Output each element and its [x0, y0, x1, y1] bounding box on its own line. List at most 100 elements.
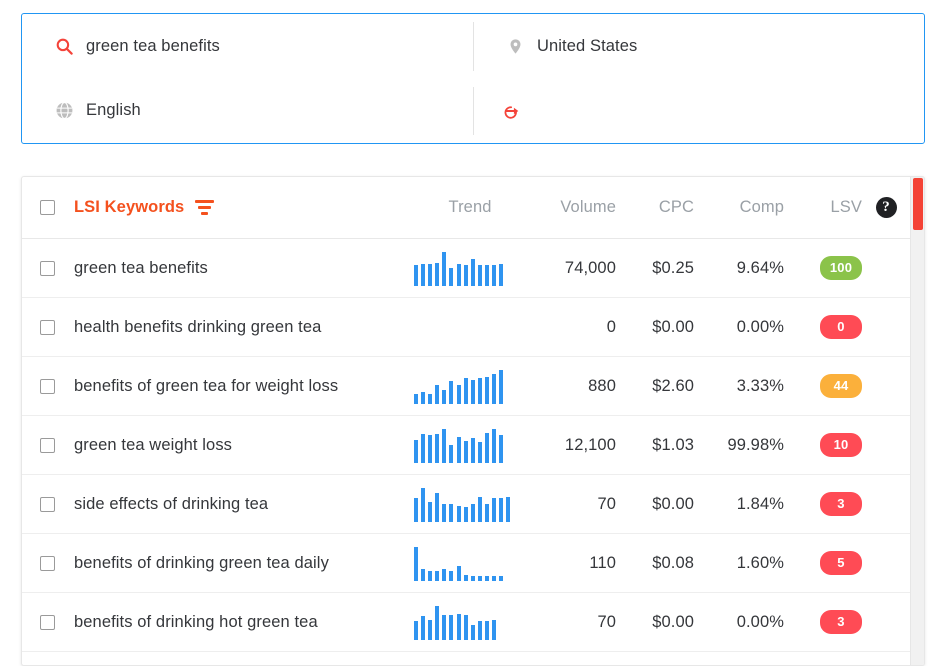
- row-select-cell: [22, 556, 73, 571]
- volume-cell-value: 70: [597, 495, 616, 513]
- column-header-comp[interactable]: Comp: [694, 198, 784, 217]
- cpc-cell-value: $0.00: [652, 318, 694, 336]
- search-parameters-panel: green tea benefits United States English: [21, 13, 925, 144]
- keyword-text: benefits of drinking green tea daily: [74, 554, 329, 572]
- column-header-cpc-label: CPC: [659, 198, 694, 216]
- comp-cell-value: 1.84%: [737, 495, 784, 513]
- column-header-comp-label: Comp: [740, 198, 784, 216]
- cpc-cell-value: $0.00: [652, 495, 694, 513]
- keyword-cell: benefits of drinking green tea daily: [73, 554, 412, 573]
- table-row[interactable]: benefits of drinking hot green tea 70$0.0…: [22, 593, 910, 652]
- column-header-lsv[interactable]: LSV: [784, 198, 862, 217]
- globe-icon: [53, 100, 75, 122]
- row-select-cell: [22, 438, 73, 453]
- lsv-cell: 44: [784, 374, 862, 398]
- lsv-badge: 3: [820, 492, 862, 516]
- row-checkbox[interactable]: [40, 379, 55, 394]
- column-header-keywords[interactable]: LSI Keywords: [73, 198, 412, 217]
- language-field[interactable]: English: [22, 79, 473, 144]
- cpc-cell: $0.00: [616, 318, 694, 337]
- comp-cell: 1.84%: [694, 495, 784, 514]
- trend-sparkline: [412, 486, 510, 522]
- keyword-cell: green tea weight loss: [73, 436, 412, 455]
- column-header-cpc[interactable]: CPC: [616, 198, 694, 217]
- column-header-volume-label: Volume: [560, 198, 616, 216]
- lsv-badge: 44: [820, 374, 862, 398]
- volume-cell-value: 110: [589, 554, 616, 572]
- search-icon: [53, 35, 75, 57]
- column-header-lsv-label: LSV: [831, 198, 863, 216]
- cpc-cell-value: $0.08: [652, 554, 694, 572]
- keyword-text: benefits of green tea for weight loss: [74, 377, 338, 395]
- comp-cell-value: 9.64%: [737, 259, 784, 277]
- row-select-cell: [22, 379, 73, 394]
- keyword-text: green tea benefits: [74, 259, 208, 277]
- cpc-cell-value: $2.60: [652, 377, 694, 395]
- comp-cell-value: 0.00%: [737, 613, 784, 631]
- cpc-cell: $1.03: [616, 436, 694, 455]
- volume-cell-value: 70: [597, 613, 616, 631]
- cpc-cell-value: $0.25: [652, 259, 694, 277]
- help-cell: ?: [862, 197, 910, 218]
- lsv-cell: 0: [784, 315, 862, 339]
- select-all-checkbox[interactable]: [40, 200, 55, 215]
- volume-cell: 70: [534, 613, 616, 632]
- table-row[interactable]: benefits of green tea for weight loss 880…: [22, 357, 910, 416]
- trend-cell: [412, 427, 534, 463]
- keyword-cell: benefits of green tea for weight loss: [73, 377, 412, 396]
- volume-cell: 74,000: [534, 259, 616, 278]
- trend-cell: [412, 545, 534, 581]
- volume-cell-value: 12,100: [565, 436, 616, 454]
- trend-sparkline: [412, 604, 496, 640]
- arrow-into-circle-icon[interactable]: [504, 100, 526, 122]
- column-header-volume[interactable]: Volume: [534, 198, 616, 217]
- keyword-cell: health benefits drinking green tea: [73, 318, 412, 337]
- table-row[interactable]: benefits of drinking green tea daily 110 $…: [22, 534, 910, 593]
- volume-cell: 110: [534, 554, 616, 573]
- vertical-scrollbar-track[interactable]: [910, 177, 924, 665]
- keyword-cell: benefits of drinking hot green tea: [73, 613, 412, 632]
- keyword-cell: side effects of drinking tea: [73, 495, 412, 514]
- volume-cell: 0: [534, 318, 616, 337]
- lsv-cell: 5: [784, 551, 862, 575]
- trend-sparkline: [412, 250, 503, 286]
- comp-cell: 0.00%: [694, 318, 784, 337]
- cpc-cell-value: $1.03: [652, 436, 694, 454]
- volume-cell: 70: [534, 495, 616, 514]
- location-field[interactable]: United States: [473, 14, 924, 79]
- lsv-badge: 10: [820, 433, 862, 457]
- row-checkbox[interactable]: [40, 556, 55, 571]
- row-checkbox[interactable]: [40, 497, 55, 512]
- submit-search-button[interactable]: [473, 79, 924, 144]
- cpc-cell: $0.25: [616, 259, 694, 278]
- volume-cell: 880: [534, 377, 616, 396]
- vertical-scrollbar-thumb[interactable]: [913, 178, 923, 230]
- row-checkbox[interactable]: [40, 261, 55, 276]
- row-select-cell: [22, 320, 73, 335]
- row-select-cell: [22, 615, 73, 630]
- comp-cell-value: 0.00%: [737, 318, 784, 336]
- table-row[interactable]: green tea benefits74,000$0.259.64%100: [22, 239, 910, 298]
- row-checkbox[interactable]: [40, 320, 55, 335]
- row-checkbox[interactable]: [40, 438, 55, 453]
- location-value: United States: [537, 37, 637, 56]
- lsv-cell: 3: [784, 610, 862, 634]
- row-checkbox[interactable]: [40, 615, 55, 630]
- column-header-trend[interactable]: Trend: [412, 198, 534, 217]
- location-pin-icon: [504, 35, 526, 57]
- column-header-keywords-label: LSI Keywords: [74, 198, 184, 217]
- filter-icon[interactable]: [195, 200, 214, 215]
- lsv-badge: 3: [820, 610, 862, 634]
- language-value: English: [86, 101, 141, 120]
- trend-sparkline: [412, 427, 503, 463]
- table-row[interactable]: health benefits drinking green tea 0 $0.00…: [22, 298, 910, 357]
- table-row[interactable]: side effects of drinking tea 70 $0.00 1.84%…: [22, 475, 910, 534]
- keywords-table: LSI Keywords Trend Volume CPC Comp LSV ?: [22, 177, 910, 665]
- table-row[interactable]: green tea weight loss 12,100 $1.0399.98% 10: [22, 416, 910, 475]
- keyword-query-field[interactable]: green tea benefits: [22, 14, 473, 79]
- comp-cell: 99.98%: [694, 436, 784, 455]
- help-icon[interactable]: ?: [876, 197, 897, 218]
- keyword-query-value: green tea benefits: [86, 37, 220, 56]
- cpc-cell: $0.00: [616, 613, 694, 632]
- cpc-cell: $0.08: [616, 554, 694, 573]
